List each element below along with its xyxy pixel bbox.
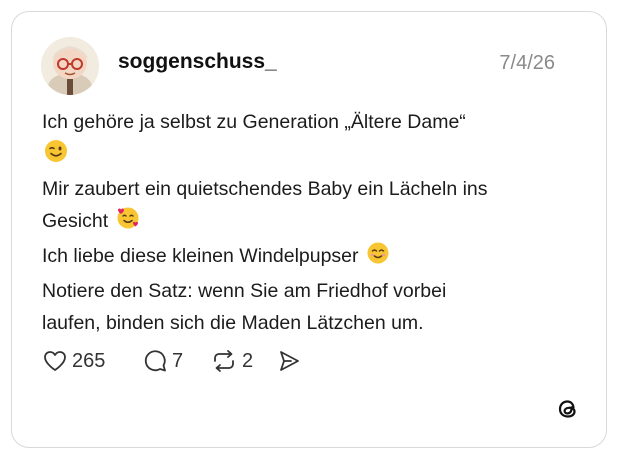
like-count: 265 [72,349,106,372]
post-line: Ich gehöre ja selbst zu Generation „Älte… [42,111,466,133]
repost-count: 2 [242,349,254,372]
repost-icon [210,348,238,374]
post-line: Notiere den Satz: wenn Sie am Friedhof v… [42,280,447,302]
winking-face-emoji-icon [44,139,68,173]
post-line [42,138,572,173]
reply-button[interactable]: 7 [142,346,183,376]
share-button[interactable] [276,346,302,376]
post-date: 7/4/26 [499,52,555,74]
smiling-face-with-hearts-emoji-icon [116,206,140,240]
avatar[interactable] [41,37,99,95]
heart-icon [42,348,68,374]
post-line: Mir zaubert ein quietschendes Baby ein L… [42,178,488,200]
repost-button[interactable]: 2 [210,346,253,376]
like-button[interactable]: 265 [42,346,105,376]
post-text: Ich gehöre ja selbst zu Generation „Älte… [42,106,572,339]
post-line: laufen, binden sich die Maden Lätzchen u… [42,312,424,334]
comment-icon [142,348,168,374]
smiling-face-emoji-icon [366,241,390,275]
threads-logo-icon [555,396,581,422]
post-card: soggenschuss_ 7/4/26 Ich gehöre ja selbs… [11,11,607,448]
send-icon [276,348,302,374]
reply-count: 7 [172,349,184,372]
post-line: Gesicht [42,205,572,240]
username[interactable]: soggenschuss_ [118,50,277,74]
post-line: Ich liebe diese kleinen Windelpupser [42,240,572,275]
